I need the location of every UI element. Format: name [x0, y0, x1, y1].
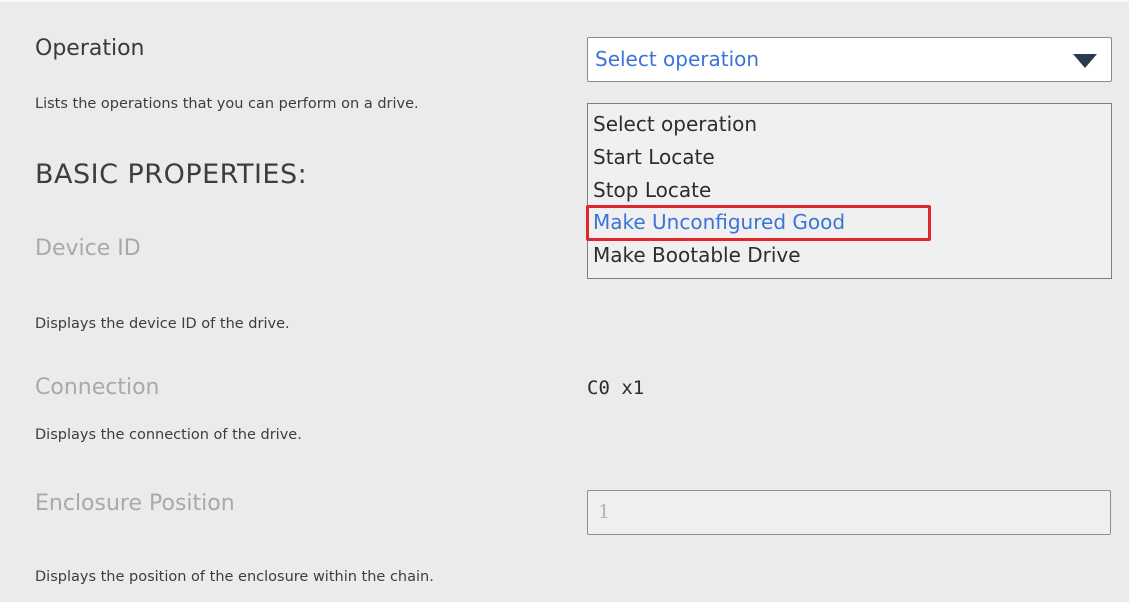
- operation-dropdown-list: Select operation Start Locate Stop Locat…: [587, 103, 1112, 279]
- enclosure-position-label: Enclosure Position: [35, 491, 235, 516]
- operation-description: Lists the operations that you can perfor…: [35, 96, 419, 112]
- enclosure-position-field: 1: [587, 490, 1111, 535]
- operation-label: Operation: [35, 36, 145, 61]
- device-id-label: Device ID: [35, 236, 141, 261]
- operation-select-value: Select operation: [595, 47, 760, 71]
- connection-label: Connection: [35, 375, 160, 400]
- enclosure-position-value: 1: [598, 501, 611, 523]
- dropdown-option-make-bootable-drive[interactable]: Make Bootable Drive: [593, 243, 801, 267]
- dropdown-option-select-operation[interactable]: Select operation: [593, 112, 757, 136]
- triangle-down-icon[interactable]: [1073, 54, 1097, 68]
- dropdown-option-start-locate[interactable]: Start Locate: [593, 145, 715, 169]
- properties-panel: Operation Lists the operations that you …: [0, 0, 1129, 602]
- operation-select[interactable]: Select operation: [587, 37, 1112, 82]
- connection-value: C0 x1: [587, 377, 645, 399]
- connection-description: Displays the connection of the drive.: [35, 427, 302, 443]
- basic-properties-heading: BASIC PROPERTIES:: [35, 159, 308, 190]
- enclosure-position-description: Displays the position of the enclosure w…: [35, 569, 434, 585]
- dropdown-option-stop-locate[interactable]: Stop Locate: [593, 178, 711, 202]
- device-id-description: Displays the device ID of the drive.: [35, 316, 290, 332]
- highlight-annotation-box: [586, 205, 931, 241]
